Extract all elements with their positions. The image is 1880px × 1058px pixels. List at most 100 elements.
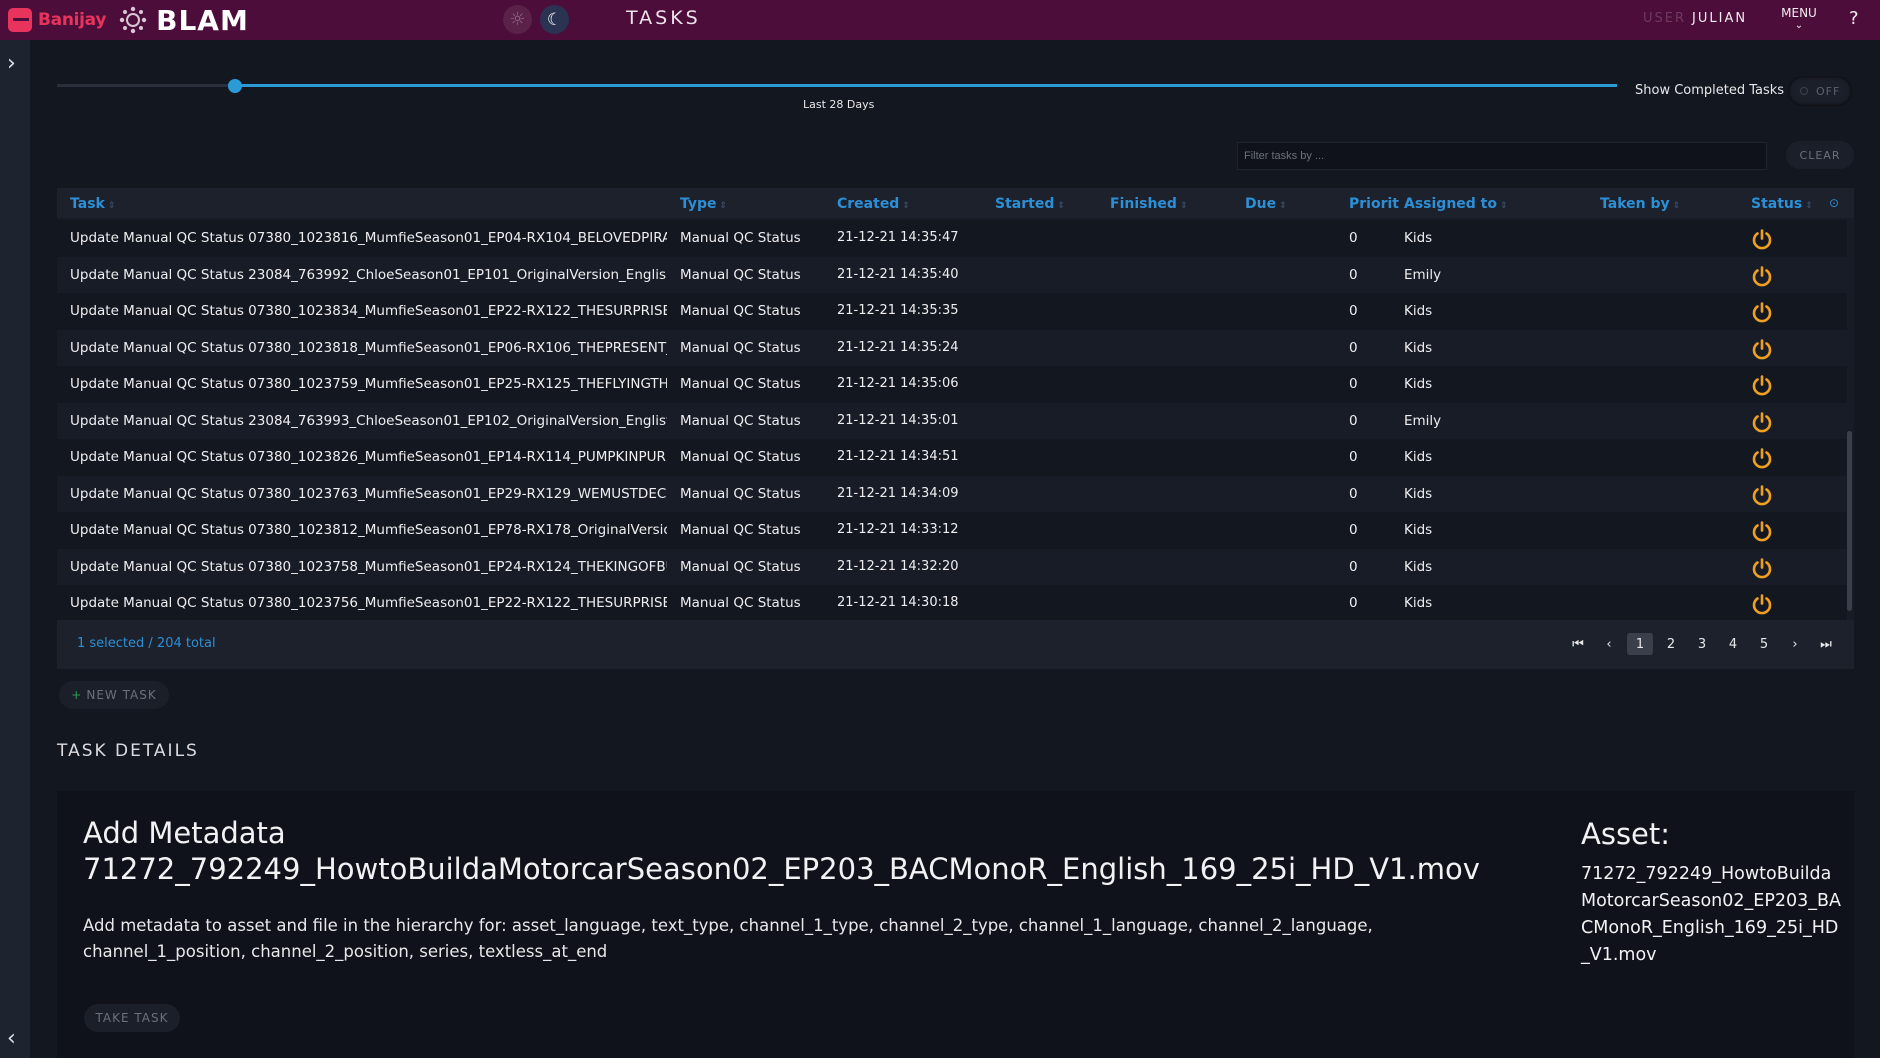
show-completed-toggle[interactable]: OFF [1788,76,1852,106]
page-button-3[interactable]: 3 [1689,633,1715,655]
brand[interactable]: Banijay BLAM [8,4,249,37]
user-indicator[interactable]: USER JULIAN [1643,11,1747,26]
side-rail: › ‹ [0,40,30,1058]
page-button-5[interactable]: 5 [1751,633,1777,655]
page-button-4[interactable]: 4 [1720,633,1746,655]
next-page-icon[interactable]: › [1782,633,1808,655]
chevron-left-icon[interactable]: ‹ [7,1026,16,1051]
column-header-label: Due [1245,196,1277,212]
created-cell: 21-12-21 14:35:01 [837,412,959,428]
created-cell: 21-12-21 14:30:18 [837,595,959,610]
table-row[interactable]: Update Manual QC Status 07380_1023756_Mu… [57,585,1847,622]
power-icon[interactable] [1751,557,1773,579]
date-range-label: Last 28 Days [803,98,875,111]
priority-cell: 0 [1349,522,1358,538]
assigned-cell: Kids [1404,485,1433,502]
power-icon[interactable] [1751,265,1773,287]
power-icon[interactable] [1751,228,1773,250]
column-settings-icon[interactable]: ⊙ [1829,196,1839,210]
power-icon[interactable] [1751,411,1773,433]
priority-cell: 0 [1349,485,1358,502]
user-name: JULIAN [1692,11,1748,26]
menu-label: MENU [1781,6,1817,20]
tasks-table: Task ⇕ Type ⇕ Created ⇕ Started ⇕ Finished ⇕ … [57,188,1854,669]
table-scrollbar[interactable] [1847,431,1852,611]
sort-icon: ⇕ [1279,201,1287,211]
chevron-right-icon[interactable]: › [7,51,16,76]
type-cell: Manual QC Status [680,449,801,465]
power-icon[interactable] [1751,301,1773,323]
table-row[interactable]: Update Manual QC Status 07380_1023816_Mu… [57,220,1847,257]
created-cell: 21-12-21 14:35:47 [837,230,959,245]
task-cell: Update Manual QC Status 07380_1023818_Mu… [70,339,667,356]
column-header-due[interactable]: Due ⇕ [1245,196,1287,212]
task-cell: Update Manual QC Status 07380_1023834_Mu… [70,303,667,319]
priority-cell: 0 [1349,303,1358,319]
table-footer: 1 selected / 204 total ⏮ ‹ 1 2 3 4 5 › ⏭ [57,620,1854,669]
power-icon[interactable] [1751,484,1773,506]
task-cell: Update Manual QC Status 07380_1023826_Mu… [70,449,667,465]
column-header-priority[interactable]: Priorit [1349,196,1399,212]
menu-button[interactable]: MENU ⌄ [1777,6,1821,31]
column-header-status[interactable]: Status ⇕ [1751,196,1813,212]
column-header-label: Assigned to [1404,196,1497,212]
task-cell: Update Manual QC Status 07380_1023816_Mu… [70,230,667,246]
table-row[interactable]: Update Manual QC Status 23084_763993_Chl… [57,402,1847,439]
last-page-icon[interactable]: ⏭ [1813,633,1839,655]
selection-summary: 1 selected / 204 total [77,636,216,651]
column-header-task[interactable]: Task ⇕ [70,196,115,212]
page-button-1[interactable]: 1 [1627,633,1653,655]
assigned-cell: Kids [1404,376,1433,392]
table-row[interactable]: Update Manual QC Status 07380_1023826_Mu… [57,439,1847,476]
table-row[interactable]: Update Manual QC Status 07380_1023818_Mu… [57,329,1847,366]
priority-cell: 0 [1349,266,1358,283]
power-icon[interactable] [1751,374,1773,396]
column-header-started[interactable]: Started ⇕ [995,196,1065,212]
asset-name[interactable]: 71272_792249_HowtoBuildaMotorcarSeason02… [1581,861,1843,969]
table-row[interactable]: Update Manual QC Status 07380_1023763_Mu… [57,475,1847,512]
prev-page-icon[interactable]: ‹ [1596,633,1622,655]
assigned-cell: Kids [1404,595,1433,611]
assigned-cell: Kids [1404,522,1433,538]
pagination: ⏮ ‹ 1 2 3 4 5 › ⏭ [1565,633,1839,655]
sun-icon[interactable]: ☼ [503,5,532,34]
sort-icon: ⇕ [719,201,728,211]
date-range-handle[interactable] [228,79,242,93]
first-page-icon[interactable]: ⏮ [1565,633,1591,655]
type-cell: Manual QC Status [680,230,801,246]
sort-icon: ⇕ [1500,201,1508,211]
table-row[interactable]: Update Manual QC Status 07380_1023812_Mu… [57,512,1847,549]
task-details-description: Add metadata to asset and file in the hi… [83,916,1373,961]
column-header-label: Priorit [1349,196,1399,212]
column-header-finished[interactable]: Finished ⇕ [1110,196,1188,212]
task-cell: Update Manual QC Status 07380_1023759_Mu… [70,376,667,392]
plus-icon: + [71,688,83,702]
power-icon[interactable] [1751,593,1773,615]
new-task-button[interactable]: + NEW TASK [59,681,169,709]
take-task-button[interactable]: TAKE TASK [84,1004,180,1032]
power-icon[interactable] [1751,520,1773,542]
theme-toggle[interactable]: ☼ ☾ [503,5,569,34]
table-row[interactable]: Update Manual QC Status 07380_1023758_Mu… [57,548,1847,585]
power-icon[interactable] [1751,338,1773,360]
column-header-type[interactable]: Type ⇕ [680,196,727,212]
page-button-2[interactable]: 2 [1658,633,1684,655]
filter-tasks-input[interactable] [1237,142,1767,170]
column-header-created[interactable]: Created ⇕ [837,196,910,212]
column-header-assigned[interactable]: Assigned to ⇕ [1404,196,1508,212]
task-cell: Update Manual QC Status 07380_1023812_Mu… [70,522,667,538]
question-mark-icon[interactable]: ? [1849,8,1859,29]
task-cell: Update Manual QC Status 07380_1023756_Mu… [70,595,667,611]
power-icon[interactable] [1751,447,1773,469]
column-header-label: Task [70,196,105,212]
app-name: BLAM [156,3,249,37]
table-row[interactable]: Update Manual QC Status 23084_763992_Chl… [57,256,1847,293]
table-row[interactable]: Update Manual QC Status 07380_1023834_Mu… [57,293,1847,330]
table-row[interactable]: Update Manual QC Status 07380_1023759_Mu… [57,366,1847,403]
moon-icon[interactable]: ☾ [540,5,569,34]
chevron-down-icon: ⌄ [1794,20,1804,31]
assigned-cell: Kids [1404,558,1433,575]
clear-filter-button[interactable]: CLEAR [1786,141,1854,169]
column-header-taken-by[interactable]: Taken by ⇕ [1600,196,1680,212]
task-cell: Update Manual QC Status 07380_1023758_Mu… [70,558,667,575]
